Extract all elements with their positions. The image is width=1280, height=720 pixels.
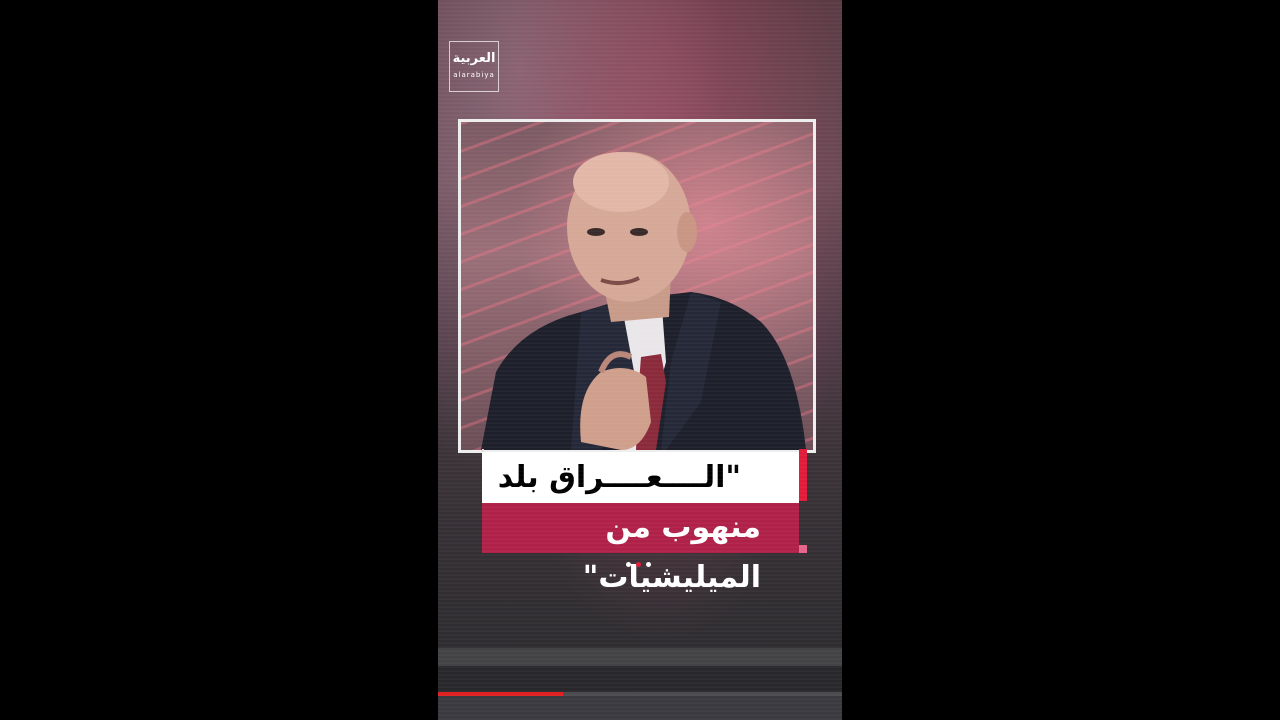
alarabiya-logo: العربية alarabiya	[449, 41, 499, 92]
footer-band-bottom	[438, 696, 842, 720]
caption-accent-red	[799, 449, 807, 501]
caption-line-2: منهوب من الميليشيات"	[482, 503, 799, 595]
logo-arabic-text: العربية	[452, 51, 496, 66]
logo-latin-text: alarabiya	[453, 71, 495, 79]
pager-dots	[626, 562, 656, 568]
pager-dot[interactable]	[626, 562, 631, 567]
video-player[interactable]: العربية alarabiya "الــــعــــراق بلد من…	[438, 0, 842, 720]
caption-accent-pink	[799, 545, 807, 553]
speaker-frame	[458, 119, 816, 453]
footer-band-middle	[438, 666, 842, 692]
pager-dot[interactable]	[636, 562, 641, 567]
footer-band-top	[438, 648, 842, 666]
pager-dot[interactable]	[646, 562, 651, 567]
speaker-image	[481, 152, 806, 450]
caption-line-1: "الــــعــــراق بلد غني	[482, 452, 799, 546]
